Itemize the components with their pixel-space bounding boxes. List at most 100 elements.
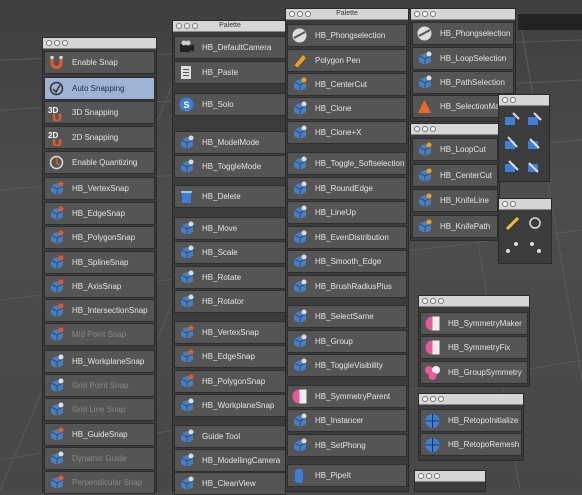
tools-item-hb-rotate[interactable]: HB_Rotate bbox=[174, 266, 286, 289]
modeling-item-hb-smooth-edge[interactable]: HB_Smooth_Edge bbox=[287, 250, 407, 273]
pen-points-icon[interactable] bbox=[504, 239, 521, 256]
close-icon[interactable] bbox=[422, 298, 428, 304]
minimize-icon[interactable] bbox=[426, 473, 432, 479]
clone-x-icon[interactable] bbox=[526, 111, 543, 128]
pen-dots-icon[interactable] bbox=[527, 239, 544, 256]
modeling-item-hb-toggle-softselection[interactable]: HB_Toggle_Softselection bbox=[287, 152, 407, 175]
retopo-palette-titlebar[interactable] bbox=[419, 394, 523, 405]
empty-palette-titlebar[interactable] bbox=[415, 471, 485, 482]
snap-item-hb-axissnap[interactable]: HB_AxisSnap bbox=[44, 275, 155, 298]
modeling-item-hb-centercut[interactable]: HB_CenterCut bbox=[287, 73, 407, 96]
clone-y-icon[interactable] bbox=[503, 111, 520, 128]
selection-palette-titlebar[interactable] bbox=[411, 9, 515, 20]
close-icon[interactable] bbox=[46, 40, 52, 46]
tools-palette-titlebar[interactable]: Palette bbox=[173, 21, 287, 32]
modeling-item-hb-pipeit[interactable]: HB_PipeIt bbox=[287, 464, 407, 487]
snap-item-3d-snapping[interactable]: 3D 3D Snapping bbox=[44, 101, 155, 124]
tools-item-hb-edgesnap[interactable]: HB_EdgeSnap bbox=[174, 345, 286, 368]
snap-item-dynamic-guide[interactable]: Dynamic Guide bbox=[44, 447, 155, 470]
minimize-icon[interactable] bbox=[430, 298, 436, 304]
pen-line-icon[interactable] bbox=[504, 215, 521, 232]
tools-item-hb-vertexsnap[interactable]: HB_VertexSnap bbox=[174, 321, 286, 344]
minimize-icon[interactable] bbox=[430, 396, 436, 402]
close-icon[interactable] bbox=[502, 201, 508, 207]
close-icon[interactable] bbox=[414, 126, 420, 132]
modeling-item-hb-clone-x[interactable]: HB_Clone+X bbox=[287, 121, 407, 144]
snap-item-auto-snapping[interactable]: Auto Snapping bbox=[44, 77, 155, 100]
modeling-item-hb-phongselection[interactable]: HB_Phongselection bbox=[287, 24, 407, 47]
maximize-icon[interactable] bbox=[434, 473, 440, 479]
modeling-item-hb-instancer[interactable]: HB_Instancer bbox=[287, 409, 407, 432]
symmetry-item-hb-symmetrymaker[interactable]: HB_SymmetryMaker bbox=[420, 312, 528, 335]
selection-item-hb-phongselection[interactable]: HB_Phongselection bbox=[412, 22, 514, 45]
snap-palette-titlebar[interactable] bbox=[43, 38, 156, 49]
tools-item-hb-scale[interactable]: HB_Scale bbox=[174, 241, 286, 264]
snap-item-hb-vertexsnap[interactable]: HB_VertexSnap bbox=[44, 177, 155, 200]
snap-item-hb-polygonsnap[interactable]: HB_PolygonSnap bbox=[44, 226, 155, 249]
maximize-icon[interactable] bbox=[438, 396, 444, 402]
modeling-item-hb-togglevisibility[interactable]: HB_ToggleVisibility bbox=[287, 354, 407, 377]
tools-item-hb-delete[interactable]: HB_Delete bbox=[174, 185, 286, 208]
modeling-item-hb-brushradiusplus[interactable]: HB_BrushRadiusPlus bbox=[287, 275, 407, 298]
maximize-icon[interactable] bbox=[430, 126, 436, 132]
minimize-icon[interactable] bbox=[422, 126, 428, 132]
modeling-item-polygon-pen[interactable]: Polygon Pen bbox=[287, 49, 407, 72]
pen-circle-icon[interactable] bbox=[527, 215, 544, 232]
snap-item-mid-point-snap[interactable]: Mid Point Snap bbox=[44, 323, 155, 346]
tools-item-hb-move[interactable]: HB_Move bbox=[174, 217, 286, 240]
knife-palette-titlebar[interactable] bbox=[411, 124, 499, 135]
selection-item-hb-loopselection[interactable]: HB_LoopSelection bbox=[412, 47, 514, 70]
clone-xz-icon[interactable] bbox=[526, 135, 543, 152]
selection-item-hb-pathselection[interactable]: HB_PathSelection bbox=[412, 71, 514, 94]
clone-z-icon[interactable] bbox=[503, 135, 520, 152]
maximize-icon[interactable] bbox=[438, 298, 444, 304]
modeling-item-hb-setphong[interactable]: HB_SetPhong bbox=[287, 434, 407, 457]
modeling-item-hb-roundedge[interactable]: HB_RoundEdge bbox=[287, 177, 407, 200]
knife-item-hb-knifeline[interactable]: HB_KnifeLine bbox=[412, 189, 498, 212]
minimize-icon[interactable] bbox=[510, 201, 516, 207]
tools-item-hb-defaultcamera[interactable]: HB_DefaultCamera bbox=[174, 36, 286, 59]
snap-item-hb-intersectionsnap[interactable]: HB_IntersectionSnap bbox=[44, 299, 155, 322]
modeling-item-hb-symmetryparent[interactable]: HB_SymmetryParent bbox=[287, 385, 407, 408]
clone-xy-icon[interactable] bbox=[503, 158, 520, 175]
modeling-palette-titlebar[interactable]: Palette bbox=[286, 9, 408, 20]
modeling-item-hb-evendistribution[interactable]: HB_EvenDistribution bbox=[287, 226, 407, 249]
tools-item-hb-togglemode[interactable]: HB_ToggleMode bbox=[174, 155, 286, 178]
modeling-item-hb-clone[interactable]: HB_Clone bbox=[287, 97, 407, 120]
pen-variants-titlebar[interactable] bbox=[499, 199, 551, 210]
symmetry-item-hb-groupsymmetry[interactable]: HB_GroupSymmetry bbox=[420, 361, 528, 384]
snap-item-hb-workplanesnap[interactable]: HB_WorkplaneSnap bbox=[44, 350, 155, 373]
snap-item-hb-edgesnap[interactable]: HB_EdgeSnap bbox=[44, 202, 155, 225]
snap-item-enable-quantizing[interactable]: Enable Quantizing bbox=[44, 151, 155, 174]
modeling-item-hb-selectsame[interactable]: HB_SelectSame bbox=[287, 305, 407, 328]
snap-item-grid-point-snap[interactable]: Grid Point Snap bbox=[44, 374, 155, 397]
tools-item-guide-tool[interactable]: Guide Tool bbox=[174, 425, 286, 448]
tools-item-hb-modelmode[interactable]: HB_ModelMode bbox=[174, 131, 286, 154]
snap-item-2d-snapping[interactable]: 2D 2D Snapping bbox=[44, 126, 155, 149]
modeling-item-hb-lineup[interactable]: HB_LineUp bbox=[287, 201, 407, 224]
knife-item-hb-loopcut[interactable]: HB_LoopCut bbox=[412, 138, 498, 161]
tools-item-hb-cleanview[interactable]: HB_CleanView bbox=[174, 472, 286, 495]
tools-item-hb-polygonsnap[interactable]: HB_PolygonSnap bbox=[174, 370, 286, 393]
tools-item-hb-paste[interactable]: HB_Paste bbox=[174, 61, 286, 84]
close-icon[interactable] bbox=[502, 97, 508, 103]
tools-item-hb-workplanesnap[interactable]: HB_WorkplaneSnap bbox=[174, 394, 286, 417]
tools-item-hb-solo[interactable]: S HB_Solo bbox=[174, 93, 286, 116]
tools-item-hb-modellingcamera[interactable]: HB_ModellingCamera bbox=[174, 449, 286, 472]
minimize-icon[interactable] bbox=[510, 97, 516, 103]
clone-yz-icon[interactable] bbox=[526, 158, 543, 175]
retopo-item-hb-retoporemesh[interactable]: HB_RetopoRemesh bbox=[420, 433, 522, 456]
minimize-icon[interactable] bbox=[54, 40, 60, 46]
minimize-icon[interactable] bbox=[422, 11, 428, 17]
snap-item-hb-splinesnap[interactable]: HB_SplineSnap bbox=[44, 251, 155, 274]
modeling-item-hb-group[interactable]: HB_Group bbox=[287, 330, 407, 353]
close-icon[interactable] bbox=[422, 396, 428, 402]
close-icon[interactable] bbox=[418, 473, 424, 479]
clone-variants-titlebar[interactable] bbox=[499, 95, 549, 106]
knife-item-hb-centercut[interactable]: HB_CenterCut bbox=[412, 164, 498, 187]
close-icon[interactable] bbox=[414, 11, 420, 17]
tools-item-hb-rotator[interactable]: HB_Rotator bbox=[174, 290, 286, 313]
retopo-item-hb-retopoinitialize[interactable]: HB_RetopoInitialize bbox=[420, 409, 522, 432]
snap-item-perpendicular-snap[interactable]: Perpendicular Snap bbox=[44, 471, 155, 494]
maximize-icon[interactable] bbox=[430, 11, 436, 17]
